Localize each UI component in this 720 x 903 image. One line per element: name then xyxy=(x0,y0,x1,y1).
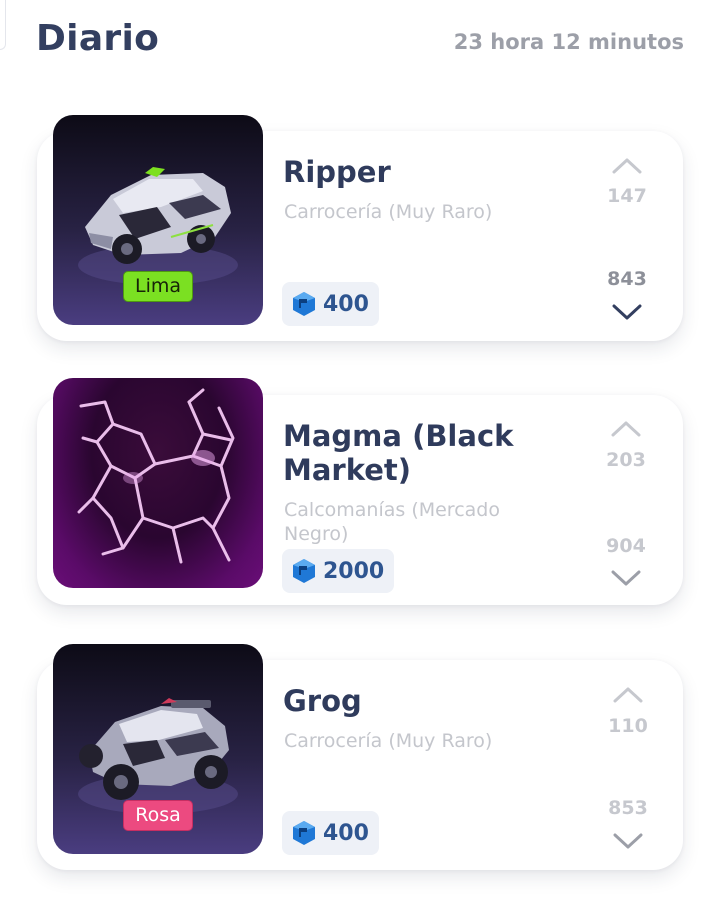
downvote-chevron-icon[interactable] xyxy=(611,302,643,322)
price-badge: 400 xyxy=(282,811,379,855)
downvote-chevron-icon[interactable] xyxy=(612,831,644,851)
upvote-chevron-icon[interactable] xyxy=(610,419,642,439)
magma-decal-icon xyxy=(77,388,235,564)
item-thumbnail[interactable]: Rosa xyxy=(53,644,263,854)
color-badge: Rosa xyxy=(123,800,193,831)
upvote-chevron-icon[interactable] xyxy=(611,156,643,176)
item-thumbnail[interactable]: Lima xyxy=(53,115,263,325)
price-value: 2000 xyxy=(323,558,385,584)
item-name: Ripper xyxy=(283,155,391,189)
item-thumbnail[interactable] xyxy=(53,378,263,588)
item-category: Carrocería (Muy Raro) xyxy=(284,201,493,223)
page-title: Diario xyxy=(36,18,160,59)
credits-gem-icon xyxy=(293,821,315,845)
downvote-chevron-icon[interactable] xyxy=(610,568,642,588)
color-badge: Lima xyxy=(123,271,193,302)
item-name: Grog xyxy=(283,684,362,718)
downvote-count: 843 xyxy=(607,268,647,290)
price-badge: 2000 xyxy=(282,549,395,593)
downvote-count: 853 xyxy=(608,797,648,819)
refresh-timer: 23 hora 12 minutos xyxy=(453,30,684,54)
shop-header: Diario 23 hora 12 minutos xyxy=(36,18,686,64)
upvote-chevron-icon[interactable] xyxy=(612,685,644,705)
credits-gem-icon xyxy=(293,292,315,316)
item-name: Magma (Black Market) xyxy=(283,419,514,487)
item-category: Calcomanías (Mercado Negro) xyxy=(284,499,500,545)
price-value: 400 xyxy=(323,820,369,846)
item-category: Carrocería (Muy Raro) xyxy=(284,730,493,752)
credits-gem-icon xyxy=(293,559,315,583)
downvote-count: 904 xyxy=(606,535,646,557)
left-edge-panel xyxy=(0,0,6,50)
price-value: 400 xyxy=(323,291,369,317)
price-badge: 400 xyxy=(282,282,379,326)
upvote-count: 147 xyxy=(607,185,647,207)
upvote-count: 110 xyxy=(608,715,648,737)
upvote-count: 203 xyxy=(606,449,646,471)
